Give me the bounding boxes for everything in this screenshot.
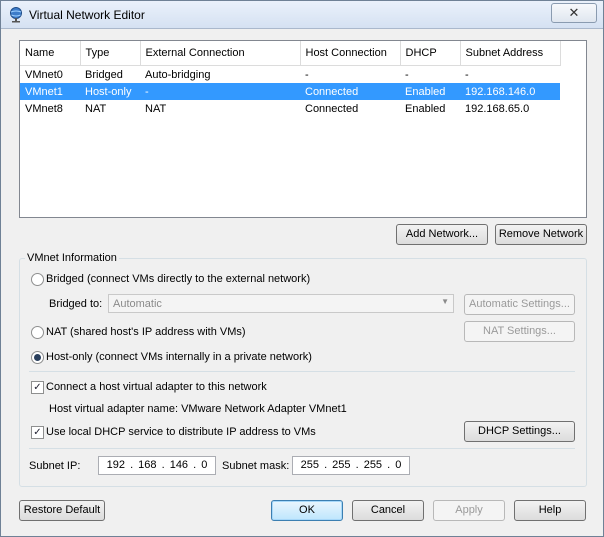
vmnet-information-group (19, 258, 587, 487)
cell-name: VMnet1 (20, 83, 80, 100)
ok-button[interactable]: OK (271, 500, 343, 521)
cell-type: Bridged (85, 68, 123, 81)
dhcp-label[interactable]: Use local DHCP service to distribute IP … (46, 426, 316, 438)
cell-host: - (305, 68, 309, 81)
table-row[interactable]: VMnet0 Bridged Auto-bridging - - - (20, 66, 560, 84)
separator (29, 448, 575, 449)
window-title: Virtual Network Editor (29, 8, 145, 22)
cell-dhcp: Enabled (405, 102, 446, 115)
separator (29, 371, 575, 372)
bridged-to-label: Bridged to: (49, 298, 103, 310)
virtual-network-editor-window: Virtual Network Editor ✕ Name Type Exter… (0, 0, 604, 537)
cancel-button[interactable]: Cancel (352, 500, 424, 521)
bridged-radio[interactable] (31, 273, 44, 286)
subnet-ip-field[interactable]: 192 . 168 . 146 . 0 (98, 456, 216, 475)
add-network-button[interactable]: Add Network... (396, 224, 488, 245)
vmnet-information-label: VMnet Information (25, 252, 119, 264)
nat-settings-button[interactable]: NAT Settings... (464, 321, 575, 342)
column-header-host-connection[interactable]: Host Connection (300, 41, 401, 66)
cell-dhcp: Enabled (400, 83, 460, 100)
dhcp-settings-button[interactable]: DHCP Settings... (464, 421, 575, 442)
bridged-to-value: Automatic (113, 298, 162, 310)
cell-external: - (140, 83, 300, 100)
cell-host: Connected (300, 83, 400, 100)
remove-network-button[interactable]: Remove Network (495, 224, 587, 245)
host-only-radio[interactable] (31, 351, 44, 364)
column-header-type[interactable]: Type (80, 41, 141, 66)
chevron-down-icon: ▼ (441, 297, 449, 306)
bridged-label[interactable]: Bridged (connect VMs directly to the ext… (46, 273, 310, 285)
dhcp-checkbox[interactable]: ✓ (31, 426, 44, 439)
cell-external: NAT (145, 102, 167, 115)
adapter-name-text: Host virtual adapter name: VMware Networ… (49, 403, 347, 415)
host-only-label[interactable]: Host-only (connect VMs internally in a p… (46, 351, 312, 363)
column-header-name[interactable]: Name (20, 41, 81, 66)
column-header-dhcp[interactable]: DHCP (400, 41, 461, 66)
network-globe-icon (10, 7, 22, 23)
connect-adapter-label[interactable]: Connect a host virtual adapter to this n… (46, 381, 267, 393)
table-row[interactable]: VMnet1 Host-only - Connected Enabled 192… (20, 83, 560, 100)
cell-type: Host-only (80, 83, 140, 100)
subnet-mask-field[interactable]: 255 . 255 . 255 . 0 (292, 456, 410, 475)
cell-subnet: 192.168.65.0 (465, 102, 530, 115)
nat-radio[interactable] (31, 326, 44, 339)
cell-external: Auto-bridging (145, 68, 211, 81)
network-list-header: Name Type External Connection Host Conne… (20, 41, 561, 66)
cell-subnet: - (465, 68, 469, 81)
title-bar: Virtual Network Editor ✕ (1, 1, 603, 29)
close-icon: ✕ (568, 5, 580, 20)
help-button[interactable]: Help (514, 500, 586, 521)
cell-dhcp: - (405, 68, 409, 81)
connect-adapter-checkbox[interactable]: ✓ (31, 381, 44, 394)
column-header-external-connection[interactable]: External Connection (140, 41, 301, 66)
network-list[interactable]: Name Type External Connection Host Conne… (19, 40, 587, 218)
column-header-subnet-address[interactable]: Subnet Address (460, 41, 561, 66)
restore-default-button[interactable]: Restore Default (19, 500, 105, 521)
cell-name: VMnet0 (25, 68, 63, 81)
cell-subnet: 192.168.146.0 (460, 83, 560, 100)
bridged-to-select[interactable]: Automatic ▼ (108, 294, 454, 313)
subnet-ip-label: Subnet IP: (29, 460, 81, 472)
nat-label[interactable]: NAT (shared host's IP address with VMs) (46, 326, 246, 338)
cell-type: NAT (85, 102, 107, 115)
cell-host: Connected (305, 102, 359, 115)
table-row[interactable]: VMnet8 NAT NAT Connected Enabled 192.168… (20, 100, 560, 117)
apply-button[interactable]: Apply (433, 500, 505, 521)
automatic-settings-button[interactable]: Automatic Settings... (464, 294, 575, 315)
subnet-mask-label: Subnet mask: (222, 460, 290, 472)
cell-name: VMnet8 (25, 102, 63, 115)
close-button[interactable]: ✕ (551, 3, 597, 23)
